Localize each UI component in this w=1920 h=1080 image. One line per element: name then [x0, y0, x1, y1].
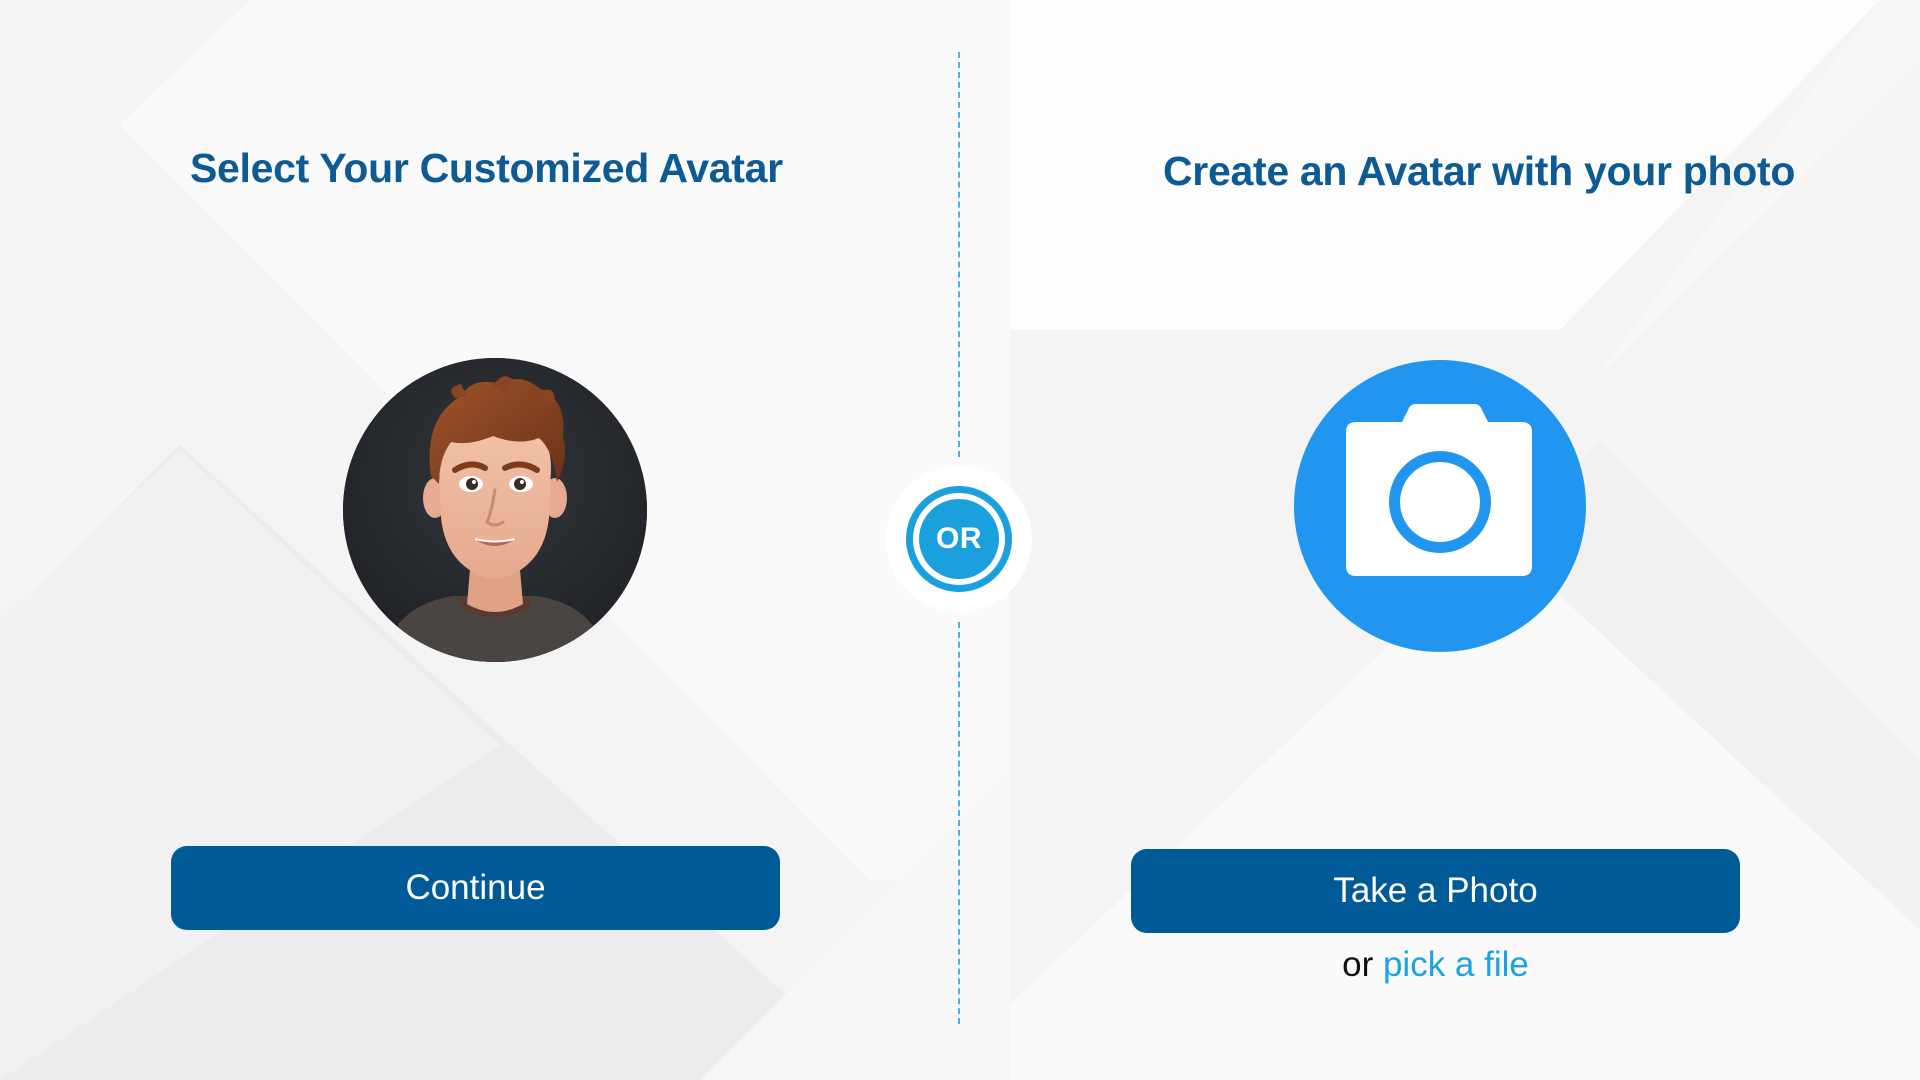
pick-file-line: or pick a file — [1131, 945, 1740, 985]
take-photo-button[interactable]: Take a Photo — [1131, 849, 1740, 933]
divider-line-top — [958, 52, 960, 457]
divider-line-bottom — [958, 622, 960, 1024]
avatar-image[interactable] — [343, 358, 647, 662]
avatar-illustration — [343, 358, 647, 662]
create-avatar-heading: Create an Avatar with your photo — [1163, 148, 1796, 194]
continue-button[interactable]: Continue — [171, 846, 780, 930]
or-prefix-text: or — [1342, 945, 1374, 984]
select-avatar-heading: Select Your Customized Avatar — [190, 145, 783, 191]
pick-file-link[interactable]: pick a file — [1383, 945, 1529, 984]
camera-button[interactable] — [1294, 360, 1586, 652]
camera-icon — [1346, 404, 1532, 576]
or-label: OR — [919, 499, 999, 579]
or-separator: OR — [886, 466, 1032, 612]
or-badge: OR — [906, 486, 1012, 592]
